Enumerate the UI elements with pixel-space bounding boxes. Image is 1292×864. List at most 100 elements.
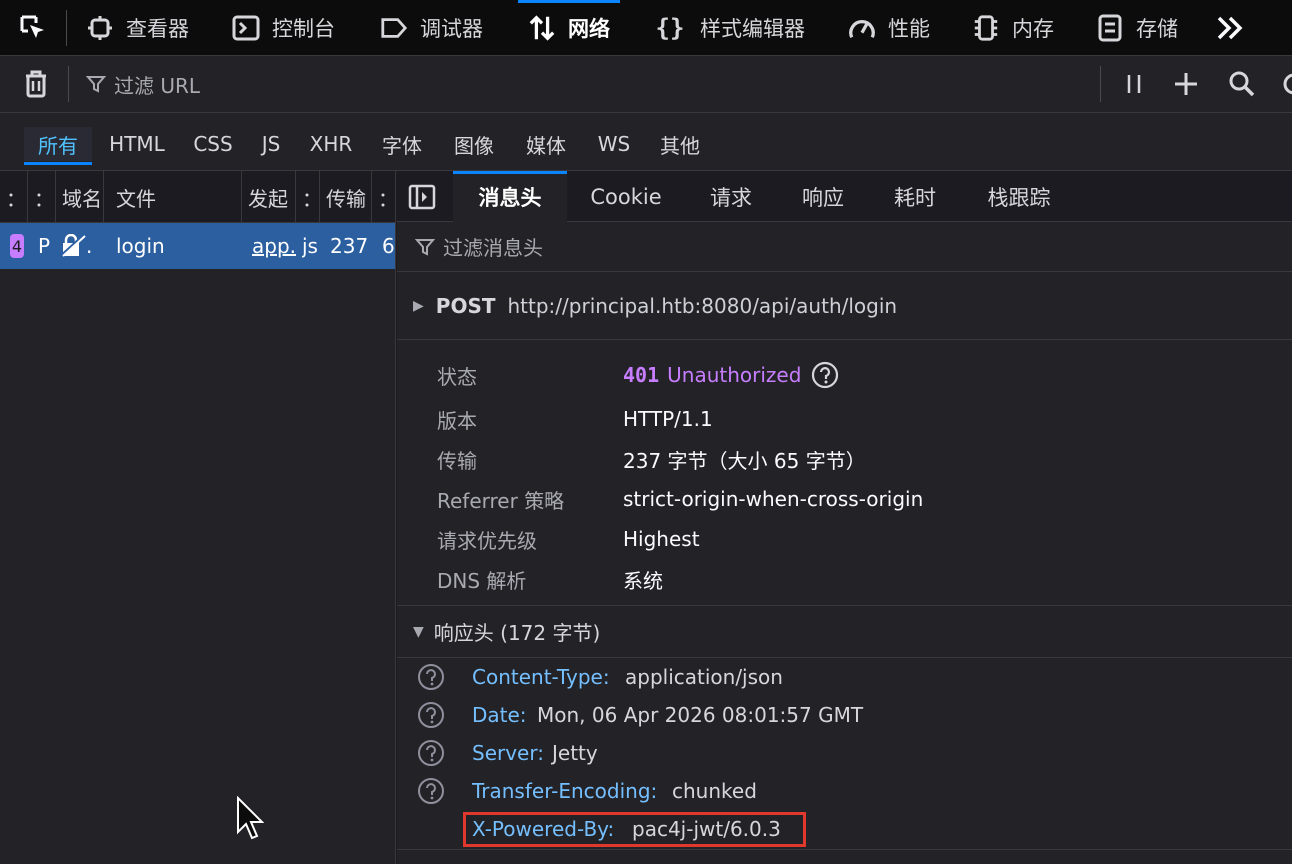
help-icon[interactable] <box>417 701 445 729</box>
column-transferred[interactable]: 传输 <box>320 171 372 223</box>
tab-debugger[interactable]: 调试器 <box>380 0 483 56</box>
row-size: 6 <box>382 234 395 258</box>
header-name: Date: <box>472 703 527 727</box>
help-icon[interactable] <box>811 361 839 389</box>
header-filter-input[interactable]: 过滤消息头 <box>397 222 1292 272</box>
filter-icon <box>86 74 106 94</box>
pause-button[interactable] <box>1118 68 1150 100</box>
help-icon[interactable] <box>417 777 445 805</box>
summary-value: strict-origin-when-cross-origin <box>623 487 924 511</box>
type-filter-fonts[interactable]: 字体 <box>378 127 426 161</box>
tab-storage[interactable]: 存储 <box>1096 0 1178 56</box>
header-name: Content-Type: <box>472 665 610 689</box>
pause-icon <box>1127 75 1141 93</box>
settings-button[interactable] <box>1280 68 1292 100</box>
clear-requests-button[interactable] <box>20 68 52 100</box>
tab-memory[interactable]: 内存 <box>972 0 1054 56</box>
response-headers-toggle[interactable]: ▼ 响应头 (172 字节) <box>397 606 1292 658</box>
type-filter-ws[interactable]: WS <box>594 127 634 161</box>
plus-icon <box>1175 73 1197 95</box>
search-button[interactable] <box>1226 68 1258 100</box>
tab-stack-trace[interactable]: 栈跟踪 <box>971 171 1067 222</box>
column-method[interactable]: ： <box>28 171 56 223</box>
tab-console[interactable]: 控制台 <box>232 0 335 56</box>
tab-timings[interactable]: 耗时 <box>877 171 953 222</box>
gear-icon <box>1283 73 1292 95</box>
filter-divider <box>68 66 69 102</box>
tab-response[interactable]: 响应 <box>785 171 861 222</box>
inspector-icon <box>86 14 114 42</box>
tab-label: 性能 <box>888 17 930 41</box>
header-value: application/json <box>625 665 783 689</box>
trash-icon <box>26 70 46 98</box>
memory-icon <box>972 14 1000 42</box>
header-row-server: Server: Jetty <box>397 734 1292 772</box>
toggle-sidebar-button[interactable] <box>407 183 437 211</box>
summary-value: HTTP/1.1 <box>623 407 713 431</box>
element-picker-button[interactable] <box>0 0 66 56</box>
header-row-transfer-encoding: Transfer-Encoding: chunked <box>397 772 1292 810</box>
type-filter-all[interactable]: 所有 <box>24 127 92 165</box>
tab-inspector[interactable]: 查看器 <box>86 0 189 56</box>
tab-label: 控制台 <box>272 17 335 41</box>
column-initiator[interactable]: 发起 <box>242 171 296 223</box>
summary-label: Referrer 策略 <box>437 488 565 513</box>
add-filter-button[interactable] <box>1170 68 1202 100</box>
help-icon[interactable] <box>417 663 445 691</box>
url-filter-input[interactable]: 过滤 URL <box>86 68 200 100</box>
status-text: Unauthorized <box>667 363 802 387</box>
filter-icon <box>415 237 435 257</box>
summary-value: Highest <box>623 527 700 551</box>
request-method: POST <box>435 293 496 318</box>
status-badge: 4 <box>10 234 24 258</box>
tab-request[interactable]: 请求 <box>693 171 769 222</box>
column-domain[interactable]: 域名 <box>56 171 104 223</box>
tab-label: 调试器 <box>420 17 483 41</box>
request-list: ： ： 域名 文件 发起 ： 传输 ： 4 P . login app. js … <box>0 171 396 864</box>
column-size[interactable]: ： <box>372 171 395 223</box>
request-line-toggle[interactable]: ▶ POST http://principal.htb:8080/api/aut… <box>397 272 1292 340</box>
header-name: Transfer-Encoding: <box>472 779 658 803</box>
column-file[interactable]: 文件 <box>104 171 242 223</box>
type-filter-xhr[interactable]: XHR <box>306 127 356 161</box>
debugger-icon <box>380 14 408 42</box>
console-icon <box>232 14 260 42</box>
help-icon[interactable] <box>417 739 445 767</box>
highlight-annotation <box>463 812 806 847</box>
tab-headers[interactable]: 消息头 <box>453 171 567 222</box>
header-name: Server: <box>472 741 544 765</box>
devtools-toolbar: 查看器 控制台 调试器 网络 {} 样式编辑器 性能 内存 存储 <box>0 0 1292 56</box>
search-icon <box>1229 71 1255 97</box>
summary-label: 传输 <box>437 448 477 473</box>
header-value: chunked <box>672 779 757 803</box>
more-tools-button[interactable] <box>1210 0 1250 56</box>
tab-label: 查看器 <box>126 17 189 41</box>
type-filter-images[interactable]: 图像 <box>450 127 498 161</box>
detail-tabs: 消息头 Cookie 请求 响应 耗时 栈跟踪 <box>397 171 1292 222</box>
summary-label: 状态 <box>437 364 477 389</box>
table-row[interactable]: 4 P . login app. js 237 6 <box>0 223 395 269</box>
type-filter-js[interactable]: JS <box>256 127 286 161</box>
url-filter-placeholder: 过滤 URL <box>114 73 201 98</box>
storage-icon <box>1096 14 1124 42</box>
request-details-panel: 消息头 Cookie 请求 响应 耗时 栈跟踪 过滤消息头 ▶ POST htt… <box>397 171 1292 864</box>
summary-label: 版本 <box>437 408 477 433</box>
tab-network[interactable]: 网络 <box>518 0 620 56</box>
column-status[interactable]: ： <box>0 171 28 223</box>
summary-value: 401 Unauthorized <box>623 361 839 389</box>
tab-cookies[interactable]: Cookie <box>573 171 679 222</box>
type-filter-other[interactable]: 其他 <box>654 127 706 161</box>
request-url: http://principal.htb:8080/api/auth/login <box>507 293 898 318</box>
row-initiator-link[interactable]: app. <box>252 223 296 269</box>
sidebar-toggle-icon <box>408 184 436 210</box>
summary-label: 请求优先级 <box>437 528 537 553</box>
row-domain-cell: . <box>60 223 104 269</box>
tab-style-editor[interactable]: {} 样式编辑器 <box>652 0 805 56</box>
column-type[interactable]: ： <box>296 171 320 223</box>
header-value: Jetty <box>552 741 598 765</box>
tab-performance[interactable]: 性能 <box>848 0 930 56</box>
type-filter-media[interactable]: 媒体 <box>522 127 570 161</box>
type-filter-css[interactable]: CSS <box>190 127 236 161</box>
tab-label: 内存 <box>1012 17 1054 41</box>
type-filter-html[interactable]: HTML <box>106 127 168 161</box>
